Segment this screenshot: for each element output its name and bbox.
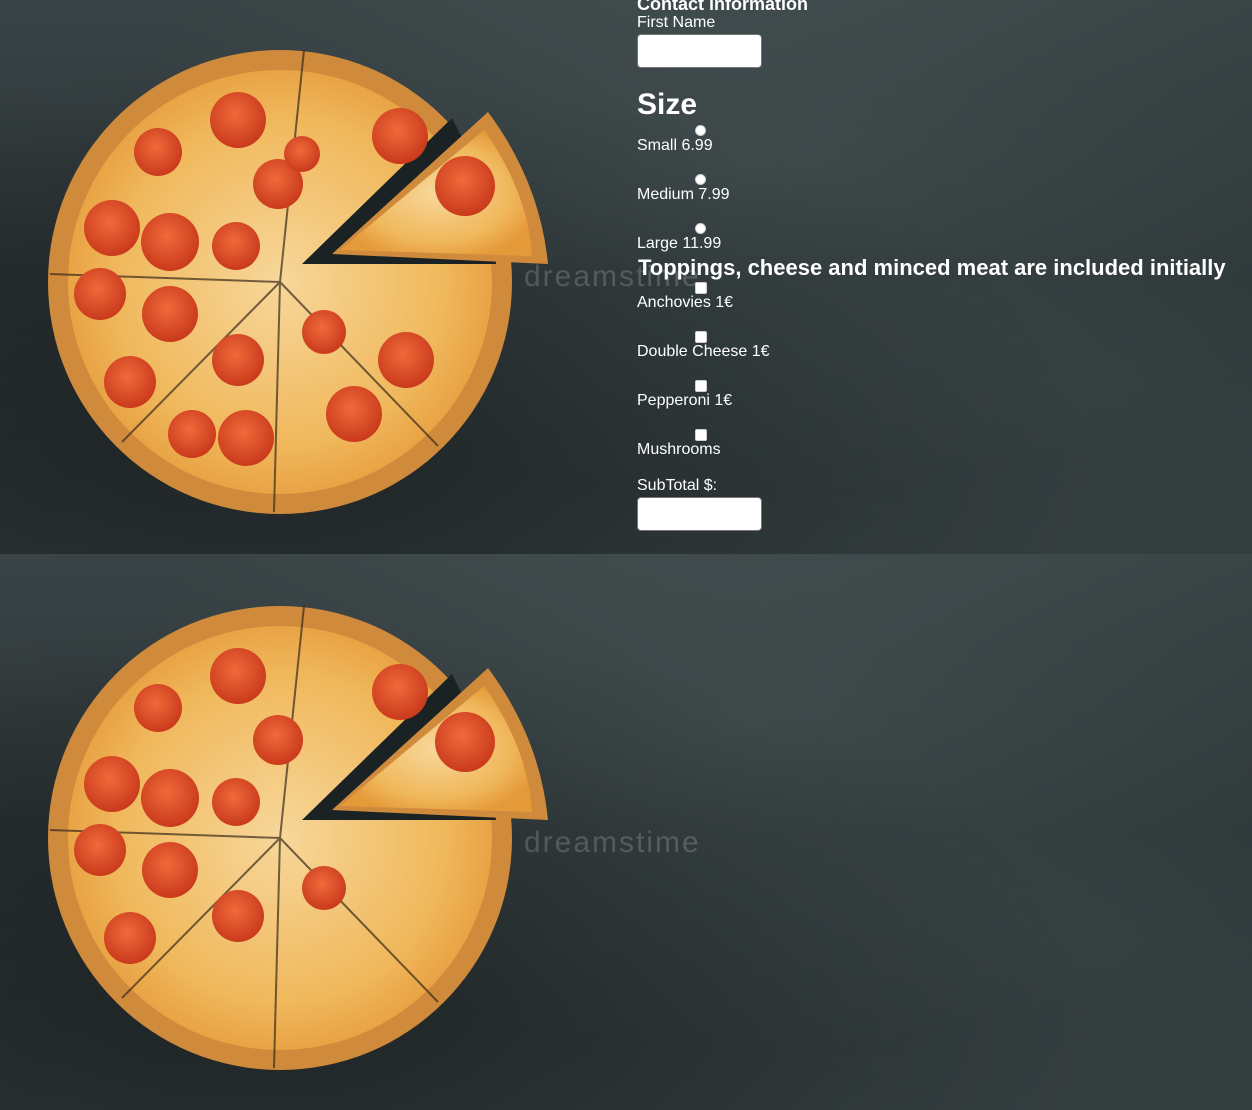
topping-mushrooms-label: Mushrooms <box>637 441 721 458</box>
subtotal-label: SubTotal $: <box>637 477 718 494</box>
first-name-field[interactable] <box>637 34 762 68</box>
contact-heading: Contact information <box>637 0 808 14</box>
size-small-radio[interactable] <box>695 125 706 136</box>
subtotal-field[interactable] <box>637 497 762 531</box>
topping-double-cheese-label: Double Cheese 1€ <box>637 343 770 360</box>
size-large-label: Large 11.99 <box>637 235 722 252</box>
topping-mushrooms-checkbox[interactable] <box>695 429 707 441</box>
size-medium-radio[interactable] <box>695 174 706 185</box>
topping-pepperoni-checkbox[interactable] <box>695 380 707 392</box>
first-name-label: First Name <box>637 14 716 31</box>
topping-pepperoni-label: Pepperoni 1€ <box>637 392 733 409</box>
size-medium-label: Medium 7.99 <box>637 186 730 203</box>
watermark-text: dreamstime <box>524 826 701 859</box>
size-large-radio[interactable] <box>695 223 706 234</box>
topping-anchovies-checkbox[interactable] <box>695 282 707 294</box>
size-small-label: Small 6.99 <box>637 137 713 154</box>
toppings-heading: Toppings, cheese and minced meat are inc… <box>638 255 1226 280</box>
background-image-tile: dreamstime <box>0 554 1252 1110</box>
topping-double-cheese-checkbox[interactable] <box>695 331 707 343</box>
topping-anchovies-label: Anchovies 1€ <box>637 294 734 311</box>
pizza-image <box>48 49 548 514</box>
pizza-image <box>48 605 548 1070</box>
size-heading: Size <box>637 88 698 121</box>
